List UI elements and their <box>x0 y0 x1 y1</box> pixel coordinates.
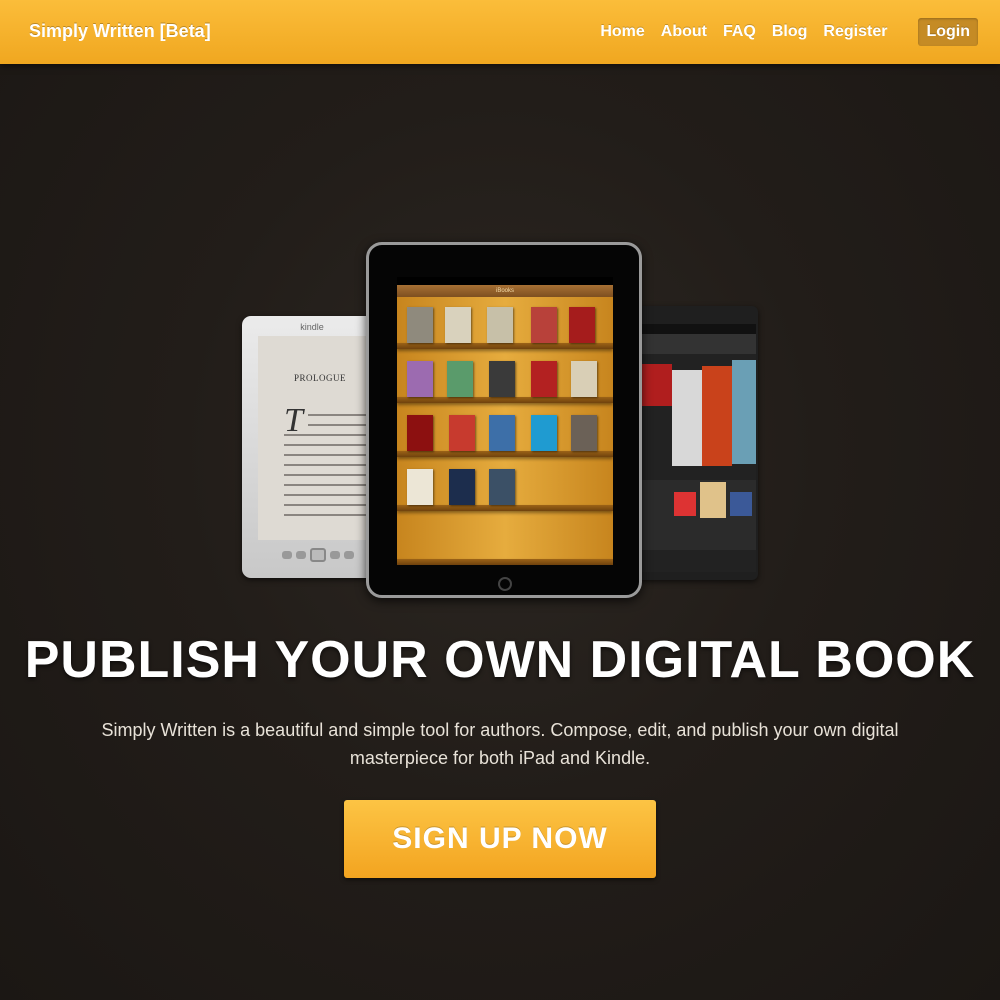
nav-blog[interactable]: Blog <box>772 23 808 41</box>
nav-home[interactable]: Home <box>600 23 644 41</box>
bookshelf <box>397 559 613 565</box>
book-cover <box>489 415 515 451</box>
magazine-cover <box>642 364 672 406</box>
magazine-cover <box>700 482 726 518</box>
book-cover <box>487 307 513 343</box>
login-button[interactable]: Login <box>918 18 978 46</box>
bookshelf <box>397 505 613 511</box>
ipad-statusbar <box>397 277 613 285</box>
main-nav: Home About FAQ Blog Register Login <box>584 0 978 64</box>
kindle-chapter-title: PROLOGUE <box>293 373 346 383</box>
magazine-cover <box>732 360 756 464</box>
book-cover <box>489 361 515 397</box>
book-cover <box>447 361 473 397</box>
devices-illustration: kindle PROLOGUE T iBooks <box>238 242 763 598</box>
magazine-cover <box>702 366 732 466</box>
bookshelf <box>397 397 613 403</box>
ipad-screen: iBooks <box>397 277 613 565</box>
book-cover <box>445 307 471 343</box>
nav-faq[interactable]: FAQ <box>723 23 756 41</box>
nav-register[interactable]: Register <box>823 23 887 41</box>
hero-headline: PUBLISH YOUR OWN DIGITAL BOOK <box>24 631 976 689</box>
bookshelf <box>397 343 613 349</box>
kindle-fire-device <box>634 306 758 580</box>
hero-tagline: Simply Written is a beautiful and simple… <box>101 720 899 768</box>
book-cover <box>407 307 433 343</box>
top-navbar: Simply Written [Beta] Home About FAQ Blo… <box>0 0 1000 64</box>
book-cover <box>531 415 557 451</box>
nav-about[interactable]: About <box>661 23 707 41</box>
kindle-screen: PROLOGUE T <box>258 336 382 540</box>
book-cover <box>569 307 595 343</box>
kindle-keypad <box>282 548 372 562</box>
book-cover <box>407 415 433 451</box>
ipad-home-button <box>498 577 512 591</box>
book-cover <box>407 469 433 505</box>
book-cover <box>449 469 475 505</box>
app-icon <box>674 492 696 516</box>
magazine-cover <box>672 370 704 466</box>
book-cover <box>489 469 515 505</box>
book-cover <box>531 361 557 397</box>
kindle-device: kindle PROLOGUE T <box>242 316 382 578</box>
facebook-icon <box>730 492 752 516</box>
kindle-logo: kindle <box>300 322 324 332</box>
bookshelf <box>397 451 613 457</box>
ipad-device: iBooks <box>366 242 642 598</box>
brand-logo[interactable]: Simply Written [Beta] <box>29 21 211 42</box>
book-cover <box>571 361 597 397</box>
kindle-fire-screen <box>640 324 756 572</box>
book-cover <box>531 307 557 343</box>
ibooks-titlebar: iBooks <box>397 285 613 297</box>
book-cover <box>407 361 433 397</box>
book-cover <box>571 415 597 451</box>
book-cover <box>449 415 475 451</box>
sign-up-button[interactable]: SIGN UP NOW <box>344 800 656 878</box>
